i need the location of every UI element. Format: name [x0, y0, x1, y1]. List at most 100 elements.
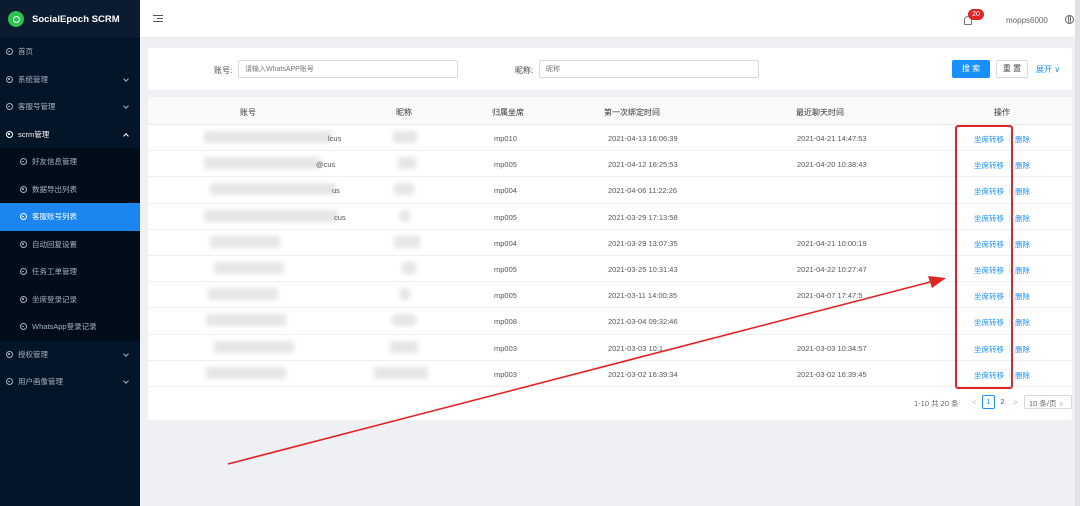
- sidebar: SocialEpoch SCRM 首页系统管理 客服号管理 scrm管理好友信息管理…: [0, 0, 140, 506]
- page-size-value: 10 条/页: [1029, 399, 1057, 408]
- sidebar-item-12[interactable]: 用户画像管理: [0, 368, 140, 396]
- sidebar-item-9[interactable]: 坐席登录记录: [0, 285, 140, 313]
- redacted-nickname: [394, 183, 414, 196]
- brand-title: SocialEpoch SCRM: [32, 13, 120, 25]
- action-divider: [1009, 316, 1010, 327]
- table-row: mp003 2021-03-03 10:1 2021-03-03 10:34:57 坐…: [148, 335, 1072, 361]
- last-chat-cell: 2021-04-22 10:27:47: [797, 265, 867, 274]
- table-row: cus mp005 2021-03-29 17:13:58 坐席转移 删除: [148, 204, 1072, 230]
- transfer-seat-link[interactable]: 坐席转移: [974, 134, 1004, 145]
- redacted-account: [208, 288, 278, 301]
- transfer-seat-link[interactable]: 坐席转移: [974, 370, 1004, 381]
- delete-link[interactable]: 删除: [1015, 186, 1030, 197]
- gear-icon: [6, 75, 13, 83]
- chevron-up-icon: [123, 132, 129, 139]
- username[interactable]: mopps6000: [1006, 16, 1048, 25]
- transfer-seat-link[interactable]: 坐席转移: [974, 160, 1004, 171]
- chevron-down-icon: [123, 75, 129, 82]
- delete-link[interactable]: 删除: [1015, 160, 1030, 171]
- redacted-account: [214, 262, 284, 274]
- transfer-seat-link[interactable]: 坐席转移: [974, 213, 1004, 224]
- page-2[interactable]: 2: [996, 395, 1009, 409]
- sidebar-item-8[interactable]: 任务工单管理: [0, 258, 140, 286]
- delete-link[interactable]: 删除: [1015, 239, 1030, 250]
- delete-link[interactable]: 删除: [1015, 291, 1030, 302]
- redacted-account: [204, 157, 320, 170]
- redacted-account: [214, 340, 294, 353]
- redacted-nickname: [390, 340, 418, 353]
- redacted-nickname: [402, 262, 416, 274]
- redacted-nickname: [392, 314, 416, 327]
- table-row: mp005 2021-03-11 14:00:35 2021-04-07 17:47…: [148, 282, 1072, 309]
- column-header-first-bind: 第一次绑定时间: [604, 108, 660, 117]
- gear-icon: [20, 213, 27, 221]
- sidebar-item-2[interactable]: 客服号管理: [0, 93, 140, 121]
- action-divider: [1009, 133, 1010, 143]
- sidebar-item-4[interactable]: 好友信息管理: [0, 148, 140, 176]
- page-size-select[interactable]: 10 条/页 ∨: [1024, 395, 1072, 409]
- first-bind-cell: 2021-03-29 13:07:35: [608, 238, 678, 248]
- delete-link[interactable]: 删除: [1015, 344, 1030, 355]
- sidebar-item-label: WhatsApp登录记录: [32, 322, 97, 332]
- sidebar-item-11[interactable]: 授权管理: [0, 341, 140, 369]
- account-cell: cus: [334, 212, 346, 222]
- column-header-account: 账号: [240, 108, 256, 117]
- last-chat-cell: 2021-03-02 16:39:45: [797, 369, 867, 379]
- seat-cell: mp005: [494, 291, 517, 301]
- gear-icon: [20, 240, 27, 248]
- action-divider: [1009, 185, 1010, 196]
- gear-icon: [6, 350, 13, 358]
- sidebar-item-label: 数据导出列表: [32, 184, 77, 194]
- sidebar-item-label: 任务工单管理: [32, 267, 77, 277]
- delete-link[interactable]: 删除: [1015, 265, 1030, 276]
- delete-link[interactable]: 删除: [1015, 317, 1030, 328]
- chevron-down-icon: ∨: [1058, 399, 1065, 408]
- page-1[interactable]: 1: [982, 395, 995, 409]
- account-cell: us: [332, 186, 340, 196]
- first-bind-cell: 2021-03-25 10:31:43: [608, 265, 678, 274]
- action-divider: [1009, 264, 1010, 274]
- next-page-icon[interactable]: >: [1013, 398, 1018, 407]
- transfer-seat-link[interactable]: 坐席转移: [974, 265, 1004, 276]
- delete-link[interactable]: 删除: [1015, 134, 1030, 145]
- first-bind-cell: 2021-04-13 16:06:39: [608, 134, 678, 143]
- sidebar-item-0[interactable]: 首页: [0, 38, 140, 66]
- sidebar-item-label: 首页: [18, 47, 33, 57]
- sidebar-item-7[interactable]: 自动回复设置: [0, 230, 140, 258]
- transfer-seat-link[interactable]: 坐席转移: [974, 291, 1004, 302]
- sidebar-item-3[interactable]: scrm管理: [0, 121, 140, 149]
- search-button[interactable]: 搜 索: [952, 60, 990, 78]
- action-divider: [1009, 342, 1010, 353]
- reset-button[interactable]: 重 置: [996, 60, 1028, 78]
- menu-fold-icon[interactable]: [153, 15, 163, 23]
- sidebar-item-10[interactable]: WhatsApp登录记录: [0, 313, 140, 341]
- gear-icon: [6, 103, 13, 111]
- table-row: lcus mp010 2021-04-13 16:06:39 2021-04-21 1…: [148, 125, 1072, 152]
- last-chat-cell: 2021-04-07 17:47:5: [797, 291, 863, 301]
- sidebar-item-5[interactable]: 数据导出列表: [0, 175, 140, 203]
- sidebar-item-6[interactable]: 客服账号列表: [0, 203, 140, 231]
- sidebar-item-1[interactable]: 系统管理: [0, 66, 140, 94]
- redacted-nickname: [393, 131, 417, 143]
- redacted-account: [206, 366, 286, 379]
- transfer-seat-link[interactable]: 坐席转移: [974, 239, 1004, 250]
- sidebar-item-label: scrm管理: [18, 129, 50, 139]
- redacted-account: [210, 235, 280, 248]
- account-label: 账号:: [214, 66, 233, 75]
- action-divider: [1009, 237, 1010, 248]
- account-input[interactable]: [238, 60, 458, 78]
- sidebar-item-label: 授权管理: [18, 349, 48, 359]
- delete-link[interactable]: 删除: [1015, 213, 1030, 224]
- first-bind-cell: 2021-03-04 09:32:46: [608, 317, 678, 327]
- prev-page-icon[interactable]: <: [972, 398, 977, 407]
- account-cell: @cus: [316, 160, 336, 170]
- nickname-input[interactable]: [539, 60, 759, 78]
- expand-link[interactable]: 展开 ∨: [1036, 64, 1060, 75]
- transfer-seat-link[interactable]: 坐席转移: [974, 317, 1004, 328]
- globe-icon[interactable]: [1065, 15, 1074, 24]
- transfer-seat-link[interactable]: 坐席转移: [974, 186, 1004, 197]
- delete-link[interactable]: 删除: [1015, 370, 1030, 381]
- action-divider: [1009, 368, 1010, 379]
- transfer-seat-link[interactable]: 坐席转移: [974, 344, 1004, 355]
- top-bar: 20 mopps6000: [140, 0, 1080, 38]
